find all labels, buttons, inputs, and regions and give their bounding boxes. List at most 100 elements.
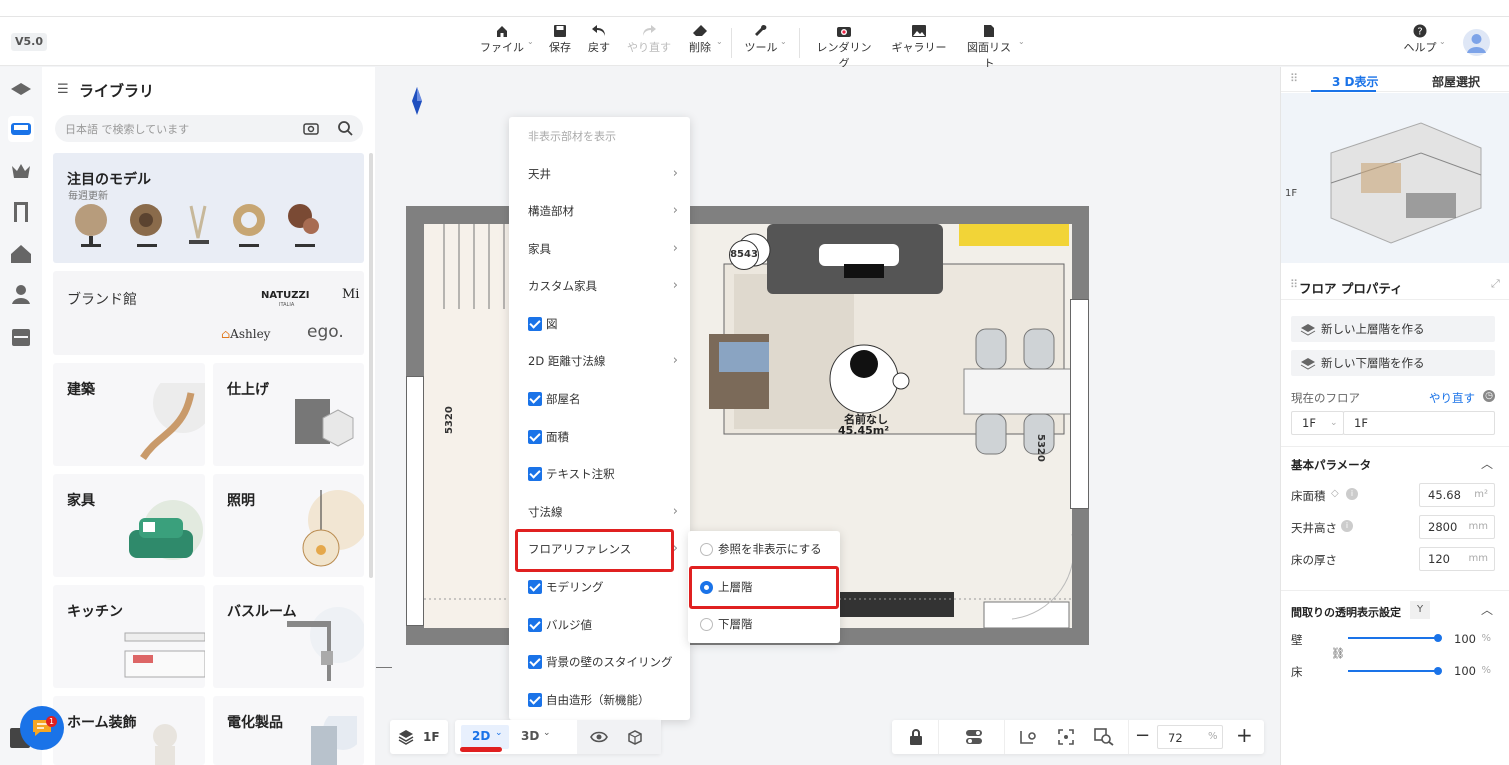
brand-natuzzi[interactable]: NATUZZI [261,290,310,301]
menu-item-room-name[interactable]: 部屋名 [528,389,678,409]
library-search[interactable]: 日本語 で検索しています [55,115,363,142]
checkbox-checked[interactable] [528,467,542,481]
3d-preview[interactable]: 1F [1281,93,1509,263]
new-upper-floor-button[interactable]: 新しい上層階を作る [1291,316,1495,342]
submenu-lower-floor[interactable]: 下層階 [700,614,753,634]
plan-list-button[interactable]: 図面リスト ⌄ [962,24,1025,70]
expand-icon[interactable]: ⤢ [1491,277,1500,291]
compass-icon[interactable] [411,87,423,115]
menu-item-wall-styling[interactable]: 背景の壁のスタイリング [528,652,693,672]
checkbox-checked[interactable] [528,430,542,444]
floor-name-input[interactable]: 1F [1343,411,1495,435]
avatar[interactable] [1463,29,1490,56]
floor-area-input[interactable]: 45.68 m² [1419,483,1495,507]
menu-item-bulge[interactable]: バルジ値 [528,615,678,635]
category-lighting[interactable]: 照明 [213,474,364,577]
menu-item-free-modeling[interactable]: 自由造形（新機能） [528,690,678,710]
category-furniture[interactable]: 家具 [53,474,205,577]
featured-models-card[interactable]: 注目のモデル 毎週更新 [53,153,364,263]
brand-mi[interactable]: Mi [342,287,359,302]
info-icon[interactable]: ◷ [1483,390,1495,402]
checkbox-checked[interactable] [528,618,542,632]
menu-item-2d-dimensions[interactable]: 2D 距離寸法線 › [528,351,678,371]
delete-button[interactable]: 削除 ⌄ [686,24,723,62]
toggle-settings-icon[interactable] [965,729,983,745]
zoom-input[interactable]: 72 % [1157,725,1223,749]
lock-icon[interactable] [908,728,924,746]
zoom-out-button[interactable]: − [1135,725,1150,746]
menu-item-custom-furniture[interactable]: カスタム家具 › [528,276,678,296]
eye-icon[interactable] [590,730,608,744]
menu-item-structural[interactable]: 構造部材 › [528,201,678,221]
layers-icon[interactable] [8,77,34,103]
chevron-up-icon[interactable]: ︿ [1481,455,1493,472]
floor-switcher[interactable]: 1F [390,720,448,754]
chevron-up-icon[interactable]: ︿ [1481,601,1493,618]
checkbox-checked[interactable] [528,317,542,331]
category-appliances[interactable]: 電化製品 [213,696,364,765]
wall-transparency-input[interactable]: 100% [1446,628,1495,652]
menu-item-ceiling[interactable]: 天井 › [528,164,678,184]
undo-button[interactable]: 戻す [585,24,613,62]
camera-search-icon[interactable] [303,121,319,135]
cabinet-icon[interactable] [8,324,34,350]
brand-ashley[interactable]: ⌂Ashley [221,327,270,341]
checkbox-checked[interactable] [528,392,542,406]
dimension-tag[interactable]: 8543 [729,240,759,270]
library-scrollbar[interactable] [369,153,373,578]
brand-ego[interactable]: ego. [307,322,344,342]
checkbox-checked[interactable] [528,580,542,594]
search-icon[interactable] [337,120,353,136]
camera-settings-icon[interactable] [1020,729,1038,745]
mode-3d-button[interactable]: 3D ⌄ [515,725,563,749]
menu-item-drawing[interactable]: 図 [528,314,678,334]
floor-thickness-input[interactable]: 120 mm [1419,547,1495,571]
menu-item-furniture[interactable]: 家具 › [528,239,678,259]
submenu-hide-reference[interactable]: 参照を非表示にする [700,539,822,559]
house-icon[interactable] [8,241,34,267]
ceiling-height-input[interactable]: 2800 mm [1419,515,1495,539]
room-area-label[interactable]: 45.45m² [838,424,889,437]
mode-2d-button[interactable]: 2D ⌄ [461,725,509,749]
search-input[interactable]: 日本語 で検索しています [65,121,189,137]
category-kitchen[interactable]: キッチン [53,585,205,688]
fit-view-icon[interactable] [1058,729,1074,745]
menu-item-text-notes[interactable]: テキスト注釈 [528,464,678,484]
redo-link[interactable]: やり直す [1429,390,1475,406]
drag-handle-icon[interactable]: ⠿ [1290,72,1298,85]
category-bathroom[interactable]: バスルーム [213,585,364,688]
info-icon[interactable]: i [1341,520,1353,532]
checkbox-checked[interactable] [528,693,542,707]
tab-3d-view[interactable]: 3 D表示 [1332,73,1379,90]
tab-room-select[interactable]: 部屋選択 [1432,73,1480,90]
brand-hall-card[interactable]: ブランド館 NATUZZI ITALIA Mi ⌂Ashley ego. [53,271,364,355]
link-icon[interactable]: ⛓ [1331,647,1345,660]
chat-button[interactable]: 1 [20,706,64,750]
floor-transparency-input[interactable]: 100% [1446,660,1495,684]
radio-unselected[interactable] [700,543,713,556]
gallery-button[interactable]: ギャラリー [891,24,947,62]
sort-icon[interactable]: ◇ [1331,488,1339,499]
menu-item-modeling[interactable]: モデリング [528,577,678,597]
category-architecture[interactable]: 建築 [53,363,205,466]
file-button[interactable]: ファイル ⌄ [479,24,534,62]
tools-button[interactable]: ツール ⌄ [744,24,787,62]
menu-item-area[interactable]: 面積 [528,427,678,447]
drag-handle-icon[interactable]: ⠿ [1290,278,1298,291]
crown-icon[interactable] [8,158,34,184]
checkbox-checked[interactable] [528,655,542,669]
zoom-in-button[interactable]: + [1236,723,1253,747]
category-decor[interactable]: ホーム装飾 [53,696,205,765]
menu-item-dimension-lines[interactable]: 寸法線 › [528,502,678,522]
category-finishes[interactable]: 仕上げ [213,363,364,466]
new-lower-floor-button[interactable]: 新しい下層階を作る [1291,350,1495,376]
wall-transparency-slider[interactable] [1348,634,1442,642]
zoom-area-icon[interactable] [1094,728,1114,746]
person-icon[interactable] [8,281,34,307]
door-icon[interactable] [8,199,34,225]
info-icon[interactable]: i [1346,488,1358,500]
radio-unselected[interactable] [700,618,713,631]
cube-icon[interactable] [627,729,643,745]
sofa-icon[interactable] [8,116,34,142]
render-button[interactable]: レンダリング [812,24,876,70]
